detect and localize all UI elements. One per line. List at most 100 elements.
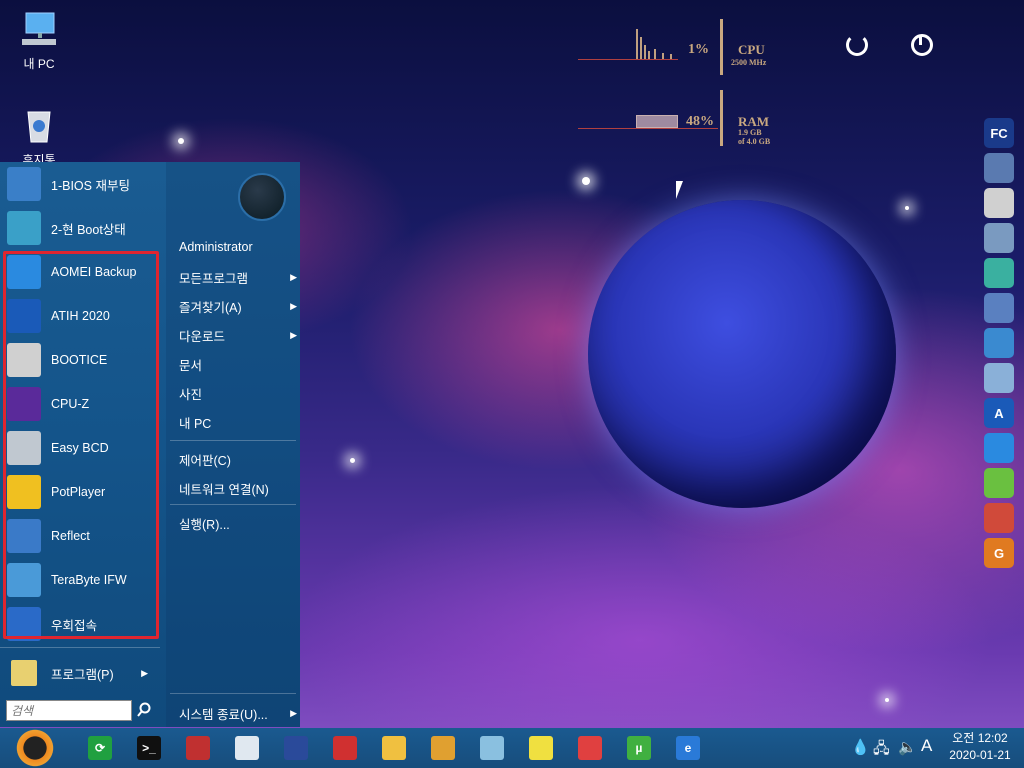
- start-menu-right-item[interactable]: 실행(R)...: [179, 514, 297, 533]
- pencil-icon[interactable]: [431, 736, 455, 760]
- fc-icon[interactable]: FC: [984, 118, 1014, 148]
- ram-percent: 48%: [686, 114, 714, 129]
- start-menu-right-item[interactable]: 사진: [179, 384, 297, 403]
- start-menu-right-column: Administrator 모든프로그램 ▶ 즐겨찾기(A) ▶ 다운로드 ▶ 문서 사진 내 P…: [166, 162, 300, 727]
- clock-period: 오전: [952, 731, 975, 745]
- start-menu-right-item[interactable]: 즐겨찾기(A) ▶: [179, 297, 297, 316]
- start-menu-right-item-label: 제어판(C): [179, 454, 231, 468]
- chevron-right-icon: ▶: [290, 708, 297, 718]
- ram-total: of 4.0 GB: [738, 137, 771, 146]
- network-icon: [7, 167, 41, 201]
- power-icon[interactable]: [911, 34, 933, 56]
- star-decor: [178, 138, 184, 144]
- clock-date: 2020-01-21: [949, 748, 1011, 762]
- cpu-divider: [720, 19, 723, 75]
- drop-icon[interactable]: 💧: [851, 738, 870, 756]
- grid-app-icon[interactable]: [235, 736, 259, 760]
- star-decor: [582, 177, 590, 185]
- start-menu-right-item[interactable]: 문서: [179, 355, 297, 374]
- book-icon[interactable]: [984, 258, 1014, 288]
- divider: [0, 647, 160, 648]
- divider: [170, 504, 296, 505]
- star-decor: [885, 698, 889, 702]
- refresh-app-icon[interactable]: ⟳: [88, 736, 112, 760]
- cpu-percent: 1%: [688, 42, 709, 57]
- start-menu-right-item[interactable]: 내 PC: [179, 413, 297, 432]
- network-icon[interactable]: [984, 223, 1014, 253]
- desktop-icon-recycle-bin[interactable]: 휴지통: [4, 106, 74, 168]
- start-menu-item[interactable]: 2-현 Boot상태: [0, 206, 160, 250]
- refresh-icon[interactable]: [846, 34, 868, 56]
- start-button[interactable]: [12, 729, 58, 767]
- stamp-icon[interactable]: [333, 736, 357, 760]
- ime-indicator[interactable]: A: [921, 736, 932, 756]
- start-menu-right-item-label: 문서: [179, 359, 203, 373]
- floppy-icon[interactable]: [984, 188, 1014, 218]
- partition-icon[interactable]: [984, 503, 1014, 533]
- recycle-bin-icon: [27, 111, 51, 143]
- start-menu-right-item-label: Administrator: [179, 240, 253, 254]
- eraser-icon[interactable]: [480, 736, 504, 760]
- programs-menu-item[interactable]: 프로그램(P) ▶: [0, 654, 160, 692]
- note-icon[interactable]: [529, 736, 553, 760]
- start-menu-item[interactable]: 1-BIOS 재부팅: [0, 162, 160, 206]
- desktop-icon-my-pc[interactable]: 내 PC: [4, 10, 74, 72]
- shutdown-label: 시스템 종료(U)...: [179, 708, 268, 722]
- computer-icon[interactable]: [984, 153, 1014, 183]
- monitor-icon: [7, 211, 41, 245]
- start-menu-right-item[interactable]: 네트워크 연결(N): [179, 479, 297, 498]
- ie-icon[interactable]: e: [676, 736, 700, 760]
- acronis-icon[interactable]: A: [984, 398, 1014, 428]
- chevron-right-icon: ▶: [290, 272, 297, 282]
- programs-label: 프로그램(P): [51, 667, 114, 682]
- chevron-right-icon: ▶: [141, 667, 148, 678]
- settings-pc-icon[interactable]: [984, 293, 1014, 323]
- star-decor: [350, 458, 355, 463]
- highlight-box: [3, 251, 159, 639]
- user-avatar[interactable]: [238, 173, 286, 221]
- search-icon[interactable]: [136, 702, 152, 718]
- clock[interactable]: 오전 12:02 2020-01-21: [940, 730, 1020, 764]
- start-menu-right-item[interactable]: 다운로드 ▶: [179, 326, 297, 345]
- chevron-right-icon: ▶: [290, 330, 297, 340]
- wand-icon[interactable]: [984, 468, 1014, 498]
- cubes-icon[interactable]: [186, 736, 210, 760]
- start-menu-right-item-label: 네트워크 연결(N): [179, 483, 269, 497]
- folder-icon[interactable]: [382, 736, 406, 760]
- pc-tools-icon[interactable]: [984, 363, 1014, 393]
- ram-used: 1.9 GB: [738, 128, 762, 137]
- chevron-right-icon: ▶: [290, 301, 297, 311]
- start-menu-right-item[interactable]: 제어판(C): [179, 450, 297, 469]
- ram-divider: [720, 90, 723, 146]
- cmd-icon[interactable]: >_: [137, 736, 161, 760]
- start-menu-right-item-label: 사진: [179, 388, 203, 402]
- disk-icon[interactable]: [984, 328, 1014, 358]
- right-dock: FC A G: [982, 118, 1016, 596]
- chart-app-icon[interactable]: [578, 736, 602, 760]
- g-icon[interactable]: G: [984, 538, 1014, 568]
- divider: [170, 693, 296, 694]
- search-input[interactable]: [6, 700, 132, 721]
- cpu-label: CPU: [738, 42, 765, 57]
- utorrent-icon[interactable]: µ: [627, 736, 651, 760]
- volume-icon[interactable]: 🔈: [898, 738, 917, 756]
- ram-usage-bar: [636, 115, 678, 128]
- ram-amount: 1.9 GB of 4.0 GB: [738, 128, 770, 146]
- planet-wallpaper: [588, 200, 896, 508]
- start-menu-right-item-label: 모든프로그램: [179, 272, 249, 286]
- mouse-cursor: [676, 181, 683, 199]
- start-menu-right-item[interactable]: 모든프로그램 ▶: [179, 268, 297, 287]
- start-menu-item-label: 1-BIOS 재부팅: [51, 178, 130, 193]
- divider: [170, 440, 296, 441]
- network-icon[interactable]: 🖧: [873, 738, 890, 763]
- star-decor: [905, 206, 909, 210]
- start-menu-item-label: 2-현 Boot상태: [51, 222, 126, 237]
- shutdown-menu-item[interactable]: 시스템 종료(U)... ▶: [179, 704, 297, 723]
- aomei-icon[interactable]: [984, 433, 1014, 463]
- taskbar: 💧 🖧 🔈 A 오전 12:02 2020-01-21 ⟳ >_ µ e: [0, 728, 1024, 768]
- programs-icon: [11, 660, 37, 686]
- save-icon[interactable]: [284, 736, 308, 760]
- start-menu: 1-BIOS 재부팅 2-현 Boot상태 AOMEI Backup ATIH 202…: [0, 162, 300, 727]
- desktop-icon-label: 내 PC: [23, 57, 55, 71]
- start-menu-right-item[interactable]: Administrator: [179, 240, 297, 254]
